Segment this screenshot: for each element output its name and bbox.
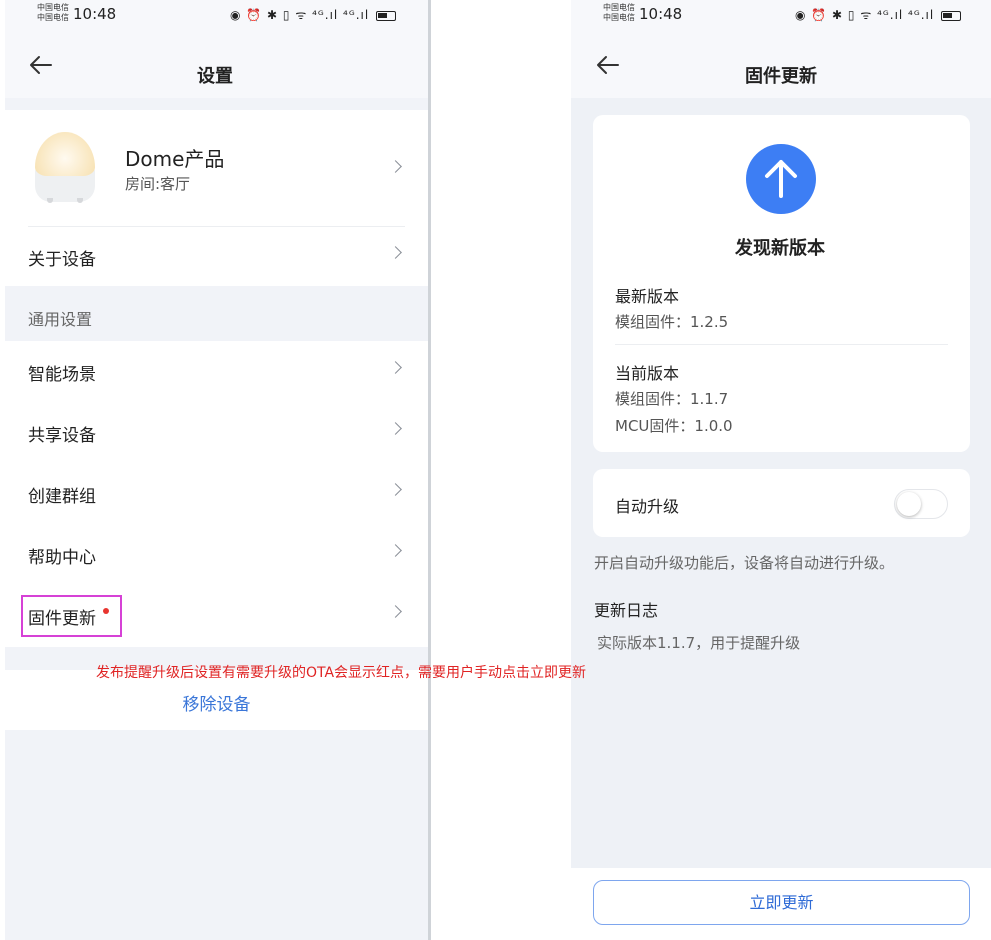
status-bar: 中国电信 中国电信 10:48 ◉ ⏰ ✱ ▯ ᯤ ⁴ᴳ.ıl ⁴ᴳ.ıl <box>5 0 428 32</box>
auto-upgrade-toggle[interactable] <box>894 489 948 519</box>
latest-module-version: 模组固件：1.2.5 <box>615 313 729 331</box>
help-center-item[interactable]: 帮助中心 <box>5 524 428 585</box>
status-indicator-icons: ◉ ⏰ ✱ ▯ ᯤ ⁴ᴳ.ıl ⁴ᴳ.ıl <box>230 8 370 22</box>
back-arrow-icon[interactable] <box>596 55 620 75</box>
battery-icon <box>941 10 962 21</box>
auto-upgrade-hint: 开启自动升级功能后，设备将自动进行升级。 <box>594 554 895 572</box>
upgrade-arrow-icon <box>746 144 816 214</box>
chevron-right-icon <box>389 160 402 173</box>
create-group-item[interactable]: 创建群组 <box>5 463 428 524</box>
about-device-item[interactable]: 关于设备 <box>5 226 428 287</box>
section-general-label: 通用设置 <box>28 310 93 329</box>
new-version-found: 发现新版本 <box>735 238 825 259</box>
device-header[interactable]: Dome产品 房间:客厅 <box>5 110 428 226</box>
carrier-1: 中国电信 <box>603 3 635 12</box>
latest-version-heading: 最新版本 <box>615 287 680 306</box>
carrier-2: 中国电信 <box>37 13 69 22</box>
divider <box>615 344 948 345</box>
status-indicator-icons: ◉ ⏰ ✱ ▯ ᯤ ⁴ᴳ.ıl ⁴ᴳ.ıl <box>795 8 935 22</box>
remove-device-button[interactable]: 移除设备 <box>5 690 428 715</box>
current-mcu-version: MCU固件：1.0.0 <box>615 417 733 435</box>
chevron-right-icon <box>389 544 402 557</box>
battery-icon <box>376 10 397 21</box>
changelog-text: 实际版本1.1.7，用于提醒升级 <box>597 634 801 652</box>
device-room: 房间:客厅 <box>125 175 191 193</box>
changelog-heading: 更新日志 <box>594 601 659 620</box>
annotation-note: 发布提醒升级后设置有需要升级的OTA会显示红点，需要用户手动点击立即更新 <box>96 665 587 681</box>
current-module-version: 模组固件：1.1.7 <box>615 390 729 408</box>
carrier-2: 中国电信 <box>603 13 635 22</box>
version-card: 发现新版本 最新版本 模组固件：1.2.5 当前版本 模组固件：1.1.7 MC… <box>593 115 970 452</box>
chevron-right-icon <box>389 483 402 496</box>
device-card: Dome产品 房间:客厅 关于设备 <box>5 110 428 286</box>
update-now-button[interactable]: 立即更新 <box>593 880 970 925</box>
back-arrow-icon[interactable] <box>29 55 53 75</box>
nav-bar: 固件更新 <box>571 32 991 98</box>
status-time: 10:48 <box>73 5 117 23</box>
status-icons: ◉ ⏰ ✱ ▯ ᯤ ⁴ᴳ.ıl ⁴ᴳ.ıl <box>795 6 962 23</box>
carrier-labels: 中国电信 中国电信 <box>603 3 635 23</box>
status-icons: ◉ ⏰ ✱ ▯ ᯤ ⁴ᴳ.ıl ⁴ᴳ.ıl <box>230 6 397 23</box>
carrier-1: 中国电信 <box>37 3 69 12</box>
smart-scene-item[interactable]: 智能场景 <box>5 341 428 402</box>
chevron-right-icon <box>389 361 402 374</box>
page-title: 设置 <box>197 66 233 87</box>
share-device-label: 共享设备 <box>28 426 96 446</box>
carrier-labels: 中国电信 中国电信 <box>37 3 69 23</box>
device-name: Dome产品 <box>125 147 225 171</box>
nav-bar: 设置 <box>5 32 428 98</box>
share-device-item[interactable]: 共享设备 <box>5 402 428 463</box>
chevron-right-icon <box>389 422 402 435</box>
page-title: 固件更新 <box>745 66 817 87</box>
status-bar: 中国电信 中国电信 10:48 ◉ ⏰ ✱ ▯ ᯤ ⁴ᴳ.ıl ⁴ᴳ.ıl <box>571 0 991 32</box>
settings-screen: 中国电信 中国电信 10:48 ◉ ⏰ ✱ ▯ ᯤ ⁴ᴳ.ıl ⁴ᴳ.ıl 设置… <box>5 0 428 940</box>
status-time: 10:48 <box>639 5 683 23</box>
smart-scene-label: 智能场景 <box>28 365 96 385</box>
create-group-label: 创建群组 <box>28 487 96 507</box>
about-device-label: 关于设备 <box>28 250 96 270</box>
current-version-heading: 当前版本 <box>615 364 680 383</box>
chevron-right-icon <box>389 605 402 618</box>
auto-upgrade-label: 自动升级 <box>615 497 680 516</box>
annotation-highlight-box <box>21 595 122 637</box>
chevron-right-icon <box>389 246 402 259</box>
toggle-knob <box>897 492 921 516</box>
help-center-label: 帮助中心 <box>28 548 96 568</box>
screen-divider <box>428 0 431 940</box>
firmware-update-screen: 中国电信 中国电信 10:48 ◉ ⏰ ✱ ▯ ᯤ ⁴ᴳ.ıl ⁴ᴳ.ıl 固件… <box>571 0 991 940</box>
